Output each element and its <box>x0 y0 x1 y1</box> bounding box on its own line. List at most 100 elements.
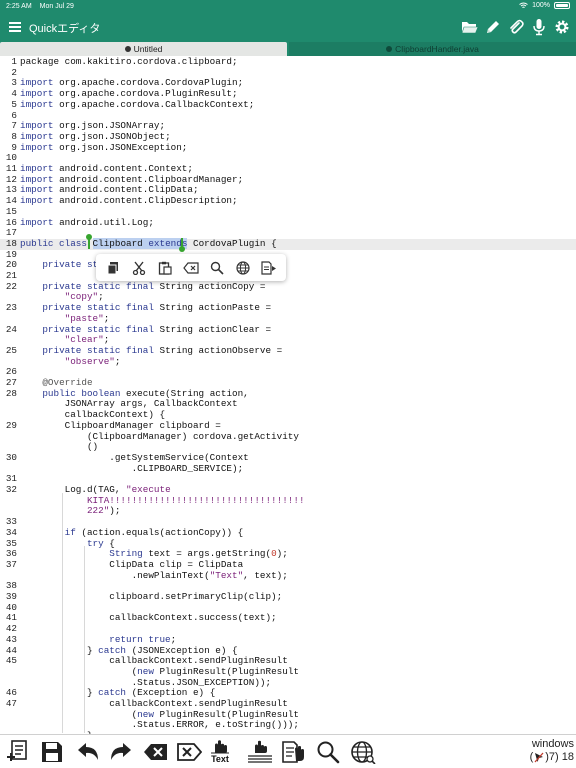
battery-icon <box>554 2 570 9</box>
status-bar: 2:25 AM Mon Jul 29 100% <box>0 0 576 14</box>
more-icon[interactable] <box>259 258 279 278</box>
code-line: 15 <box>0 205 576 218</box>
delete-forward-icon[interactable] <box>176 739 202 765</box>
web-icon[interactable] <box>233 258 253 278</box>
code-text: import org.json.JSONException; <box>20 141 188 153</box>
tab-bar: Untitled ClipboardHandler.java <box>0 40 576 56</box>
menu-icon[interactable] <box>9 22 21 32</box>
code-text: public class Clipboard extends CordovaPl… <box>20 237 277 249</box>
line-number: 24 <box>5 323 17 335</box>
cut-icon[interactable] <box>129 258 149 278</box>
code-line: "observe"; <box>0 355 576 368</box>
line-number: 45 <box>5 655 17 667</box>
redo-icon[interactable] <box>109 739 133 765</box>
line-number: 30 <box>5 451 17 463</box>
search-icon[interactable] <box>207 258 227 278</box>
code-text: .CLIPBOARD_SERVICE); <box>20 462 244 474</box>
line-number: 8 <box>11 130 17 142</box>
code-line: 9 import org.json.JSONException; <box>0 141 576 154</box>
line-number: 29 <box>5 419 17 431</box>
line-number: 23 <box>5 302 17 314</box>
microphone-icon[interactable] <box>529 17 549 37</box>
line-number: 28 <box>5 387 17 399</box>
status-time: 2:25 AM <box>6 3 32 10</box>
backspace-icon[interactable] <box>143 739 169 765</box>
new-file-icon[interactable] <box>6 739 28 765</box>
code-text: import android.content.ClipDescription; <box>20 195 238 207</box>
tab-label: Untitled <box>133 44 163 54</box>
code-line: .CLIPBOARD_SERVICE); <box>0 462 576 475</box>
copy-icon[interactable] <box>103 258 123 278</box>
code-line: 18 public class Clipboard extends Cordova… <box>0 237 576 250</box>
delete-icon[interactable] <box>181 258 201 278</box>
line-number: 18 <box>5 237 17 249</box>
code-text: clipboard.setPrimaryClip(clip); <box>20 591 283 602</box>
document-action-icon[interactable] <box>281 739 307 765</box>
code-text: "observe"; <box>64 355 121 367</box>
code-text: ClipboardManager clipboard = <box>20 419 221 431</box>
select-text-label: Text <box>211 754 229 764</box>
code-line: 39 clipboard.setPrimaryClip(clip); <box>0 591 576 603</box>
editor-status: windows ( )7) 18 <box>530 738 574 764</box>
code-text: .getSystemService(Context <box>20 451 249 463</box>
code-line: 30 .getSystemService(Context <box>0 451 576 464</box>
code-line: 16 import android.util.Log; <box>0 216 576 229</box>
app-title: Quickエディタ <box>29 23 101 35</box>
line-number: 37 <box>5 558 17 570</box>
code-line: 37 ClipData clip = ClipData <box>0 558 576 571</box>
hand-pointer-icon <box>211 740 229 754</box>
code-editor[interactable]: 1 package com.kakitiro.cordova.clipboard;… <box>0 56 576 734</box>
selection-handle-end-knob[interactable] <box>179 246 185 252</box>
select-text-button[interactable]: Text <box>210 739 230 765</box>
code-line: 41 callbackContext.success(text); <box>0 613 576 624</box>
line-number: 34 <box>5 526 17 538</box>
line-ending-mode: windows <box>531 738 574 750</box>
code-line: 222"); <box>0 506 576 517</box>
wifi-icon <box>519 2 528 8</box>
tab-untitled[interactable]: Untitled <box>0 42 287 56</box>
code-line: 8 import org.json.JSONObject; <box>0 130 576 143</box>
line-number: 22 <box>5 280 17 292</box>
code-line: 29 ClipboardManager clipboard = <box>0 419 576 432</box>
line-number: 15 <box>5 205 17 217</box>
folder-icon[interactable] <box>460 17 480 37</box>
code-line: 43 return true; <box>0 633 576 646</box>
find-icon[interactable] <box>316 739 340 765</box>
code-text: import android.util.Log; <box>20 216 154 228</box>
undo-icon[interactable] <box>76 739 100 765</box>
battery-percent: 100% <box>532 2 550 9</box>
select-line-icon[interactable] <box>246 739 274 765</box>
code-text: package com.kakitiro.cordova.clipboard; <box>20 56 238 67</box>
code-line: .newPlainText("Text", text); <box>0 570 576 582</box>
gear-icon[interactable] <box>552 17 572 37</box>
code-text: (new PluginResult(PluginResult <box>20 665 299 677</box>
code-line: (new PluginResult(PluginResult <box>0 665 576 678</box>
toolbar-actions <box>460 17 572 37</box>
tab-label: ClipboardHandler.java <box>395 44 479 54</box>
selection-context-menu <box>96 254 286 281</box>
pointer-icon <box>534 752 544 763</box>
cursor-position: )7) 18 <box>545 751 574 763</box>
selection-handle-start-knob[interactable] <box>86 234 92 240</box>
paste-icon[interactable] <box>155 258 175 278</box>
code-line: 14 import android.content.ClipDescription… <box>0 195 576 207</box>
save-icon[interactable] <box>40 739 64 765</box>
line-number: 43 <box>5 633 17 645</box>
pencil-icon[interactable] <box>483 17 503 37</box>
tab-clipboardhandler[interactable]: ClipboardHandler.java <box>289 42 576 56</box>
tab-close-icon[interactable] <box>386 46 393 52</box>
tab-close-icon[interactable] <box>124 46 131 52</box>
line-number: 25 <box>5 344 17 356</box>
code-text: callbackContext.success(text); <box>20 612 277 624</box>
line-number: 47 <box>5 698 17 709</box>
code-line: 20 private sta ; <box>0 259 576 271</box>
code-line: 1 package com.kakitiro.cordova.clipboard; <box>0 56 576 68</box>
web-search-icon[interactable] <box>350 739 376 765</box>
app-toolbar: Quickエディタ <box>0 14 576 40</box>
status-open-paren: ( <box>529 751 534 763</box>
code-text: import org.apache.cordova.CallbackContex… <box>20 98 255 110</box>
paperclip-icon[interactable] <box>506 17 526 37</box>
line-number: 32 <box>5 484 17 495</box>
bottom-toolbar: Text windows ( )7) 18 <box>0 734 576 768</box>
code-text: if (action.equals(actionCopy)) { <box>64 526 244 538</box>
